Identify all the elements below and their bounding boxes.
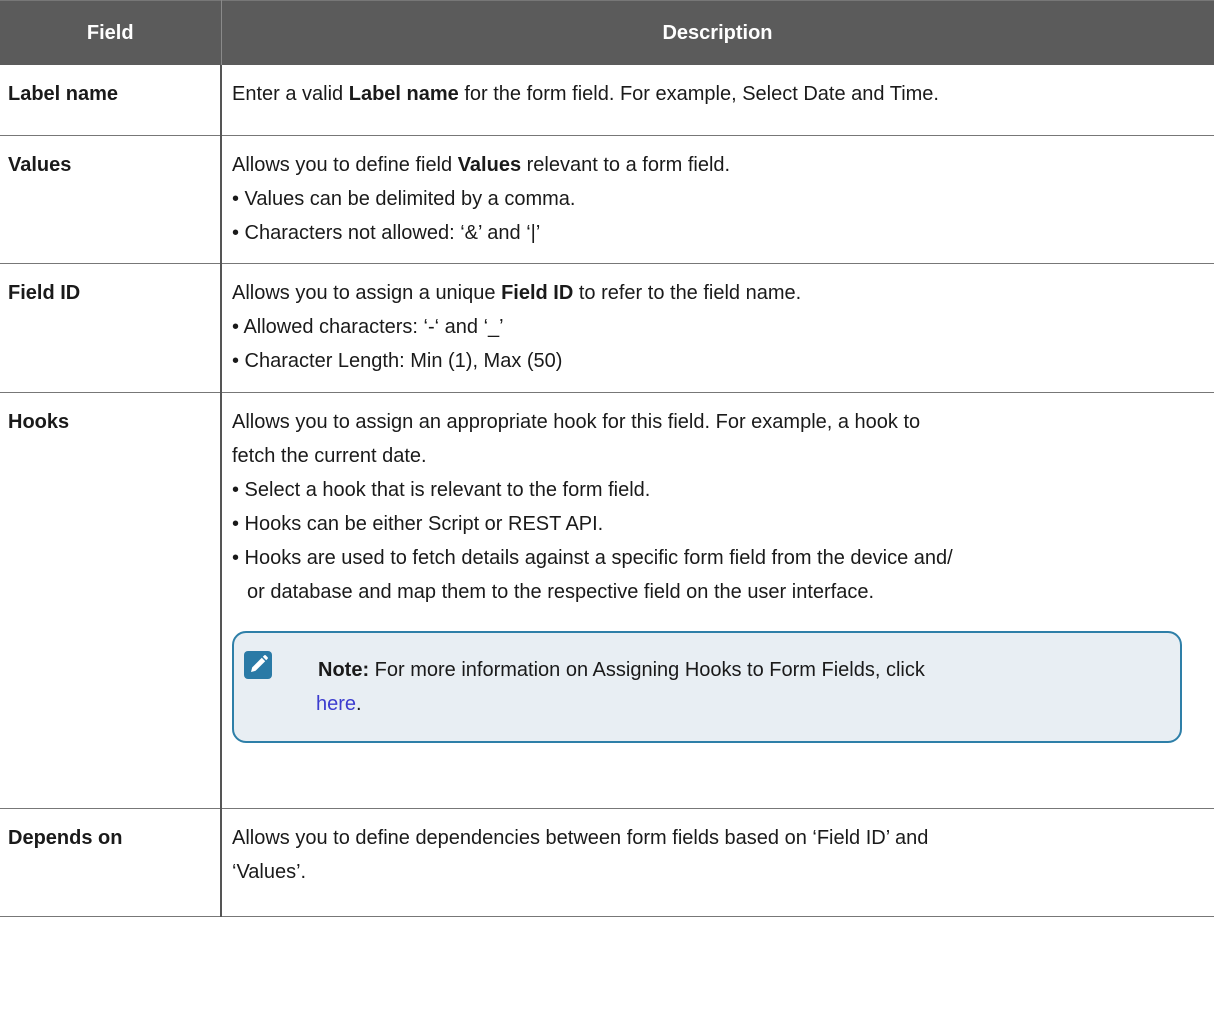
bold-term: Values <box>457 154 522 176</box>
note-callout: Note: For more information on Assigning … <box>232 631 1182 743</box>
text-part: Allows you to assign a unique <box>232 282 502 304</box>
bullet-item: • Select a hook that is relevant to the … <box>232 479 651 501</box>
table-row: Depends on Allows you to define dependen… <box>0 808 1214 917</box>
description-field-id: Allows you to assign a unique Field ID t… <box>221 263 1214 393</box>
table-row: Hooks Allows you to assign an appropriat… <box>0 392 1214 809</box>
description-line: ‘Values’. <box>232 861 307 883</box>
bullet-item: • Hooks can be either Script or REST API… <box>232 513 604 535</box>
description-line: Allows you to assign a unique Field ID t… <box>232 276 1194 310</box>
here-link[interactable]: here <box>316 693 356 715</box>
bullet-item: • Character Length: Min (1), Max (50) <box>232 350 563 372</box>
description-depends-on: Allows you to define dependencies betwee… <box>221 808 1214 917</box>
pencil-icon <box>244 651 272 679</box>
description-values: Allows you to define field Values releva… <box>221 135 1214 264</box>
field-description-table: Field Description Label name Enter a val… <box>0 0 1214 917</box>
field-depends-on: Depends on <box>0 808 222 917</box>
note-label: Note: <box>318 659 370 681</box>
table-row: Values Allows you to define field Values… <box>0 135 1214 264</box>
field-values: Values <box>0 135 222 264</box>
bullet-item: • Values can be delimited by a comma. <box>232 188 576 210</box>
text-part: relevant to a form field. <box>521 154 731 176</box>
field-label-name: Label name <box>0 65 222 136</box>
text-part: Enter a valid <box>232 83 349 105</box>
header-description: Description <box>221 0 1214 65</box>
note-message: For more information on Assigning Hooks … <box>369 659 925 681</box>
description-line: Enter a valid Label name for the form fi… <box>232 77 1194 111</box>
field-hooks: Hooks <box>0 392 222 809</box>
bullet-item: • Characters not allowed: ‘&’ and ‘|’ <box>232 222 541 244</box>
description-label-name: Enter a valid Label name for the form fi… <box>221 65 1214 136</box>
bold-term: Label name <box>348 83 459 105</box>
description-line: Allows you to assign an appropriate hook… <box>232 411 921 433</box>
description-hooks: Allows you to assign an appropriate hook… <box>221 392 1214 809</box>
description-line: fetch the current date. <box>232 445 427 467</box>
description-line: Allows you to define dependencies betwee… <box>232 827 929 849</box>
table-row: Field ID Allows you to assign a unique F… <box>0 263 1214 393</box>
text-part: for the form field. For example, Select … <box>458 83 939 105</box>
bullet-item: • Allowed characters: ‘-‘ and ‘_’ <box>232 316 504 338</box>
bullet-item: • Hooks are used to fetch details agains… <box>232 547 953 569</box>
bullet-continuation: or database and map them to the respecti… <box>247 581 875 603</box>
note-text: Note: For more information on Assigning … <box>316 653 1160 721</box>
description-line: Allows you to define field Values releva… <box>232 148 1194 182</box>
table-header: Field Description <box>0 0 1214 65</box>
text-part: to refer to the field name. <box>573 282 802 304</box>
table-row: Label name Enter a valid Label name for … <box>0 65 1214 136</box>
note-period: . <box>356 693 362 715</box>
field-field-id: Field ID <box>0 263 222 393</box>
text-part: Allows you to define field <box>232 154 458 176</box>
header-field: Field <box>0 0 222 65</box>
bold-term: Field ID <box>501 282 574 304</box>
